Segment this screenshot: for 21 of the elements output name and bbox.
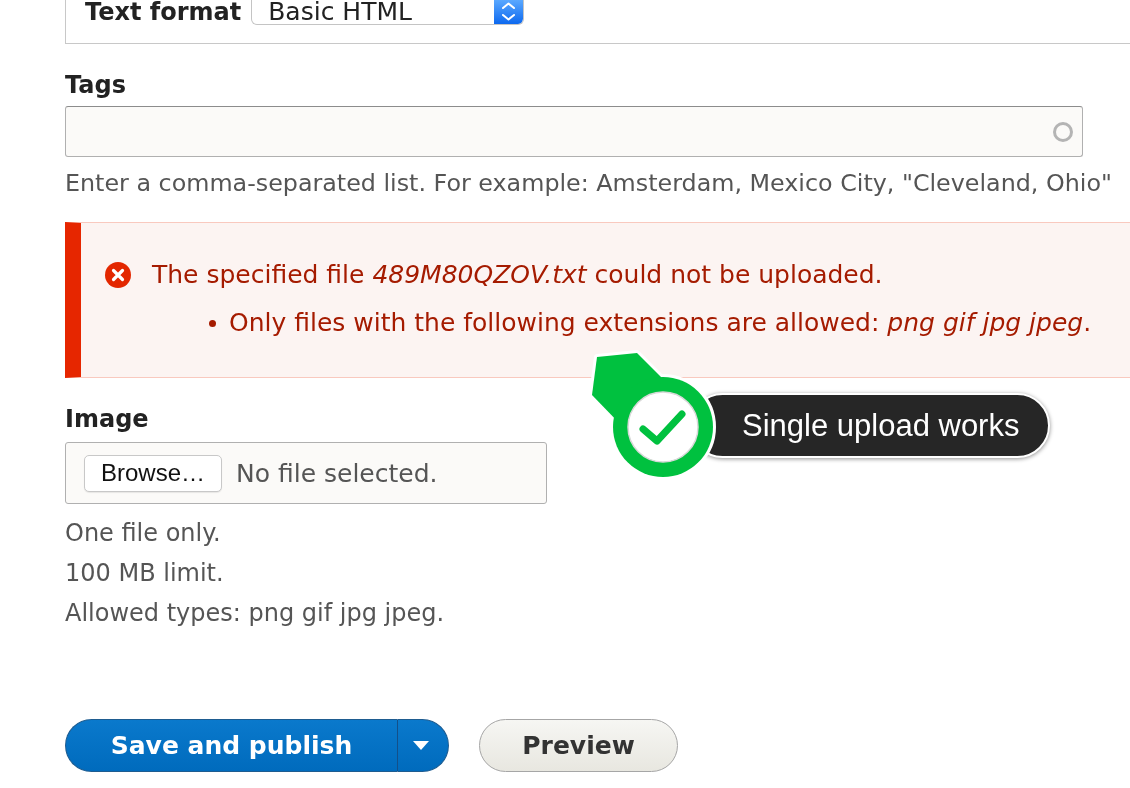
tags-label: Tags [65,71,126,99]
browse-button[interactable]: Browse… [84,454,223,492]
caret-icon [413,741,429,750]
image-description: 100 MB limit. [65,558,224,589]
save-and-publish-button[interactable]: Save and publish [65,719,397,772]
image-label: Image [65,405,149,433]
autocomplete-ring-icon [1052,120,1074,143]
error-icon [105,262,131,288]
file-status-text: No file selected. [236,458,438,488]
error-message-text: The specified file 489M80QZOV.txt could not be uploaded. [152,260,883,290]
tags-description: Enter a comma-separated list. For example: Amsterdam, Mexico City, "Cleveland, Ohio" [65,170,1112,196]
image-description: Allowed types: png gif jpg jpeg. [65,598,445,629]
error-detail-text: Only files with the following extensions are allowed: png gif jpg jpeg. [229,308,1092,338]
bullet-icon [209,319,216,327]
dropdown-toggle-button[interactable] [397,719,449,772]
image-description: One file only. [65,518,221,549]
text-format-label: Text format [85,0,242,25]
preview-button[interactable]: Preview [479,719,678,772]
file-input-field[interactable]: Browse… No file selected. [65,442,547,504]
tags-input[interactable] [65,106,1083,157]
text-format-select[interactable]: Basic HTML [251,0,525,25]
